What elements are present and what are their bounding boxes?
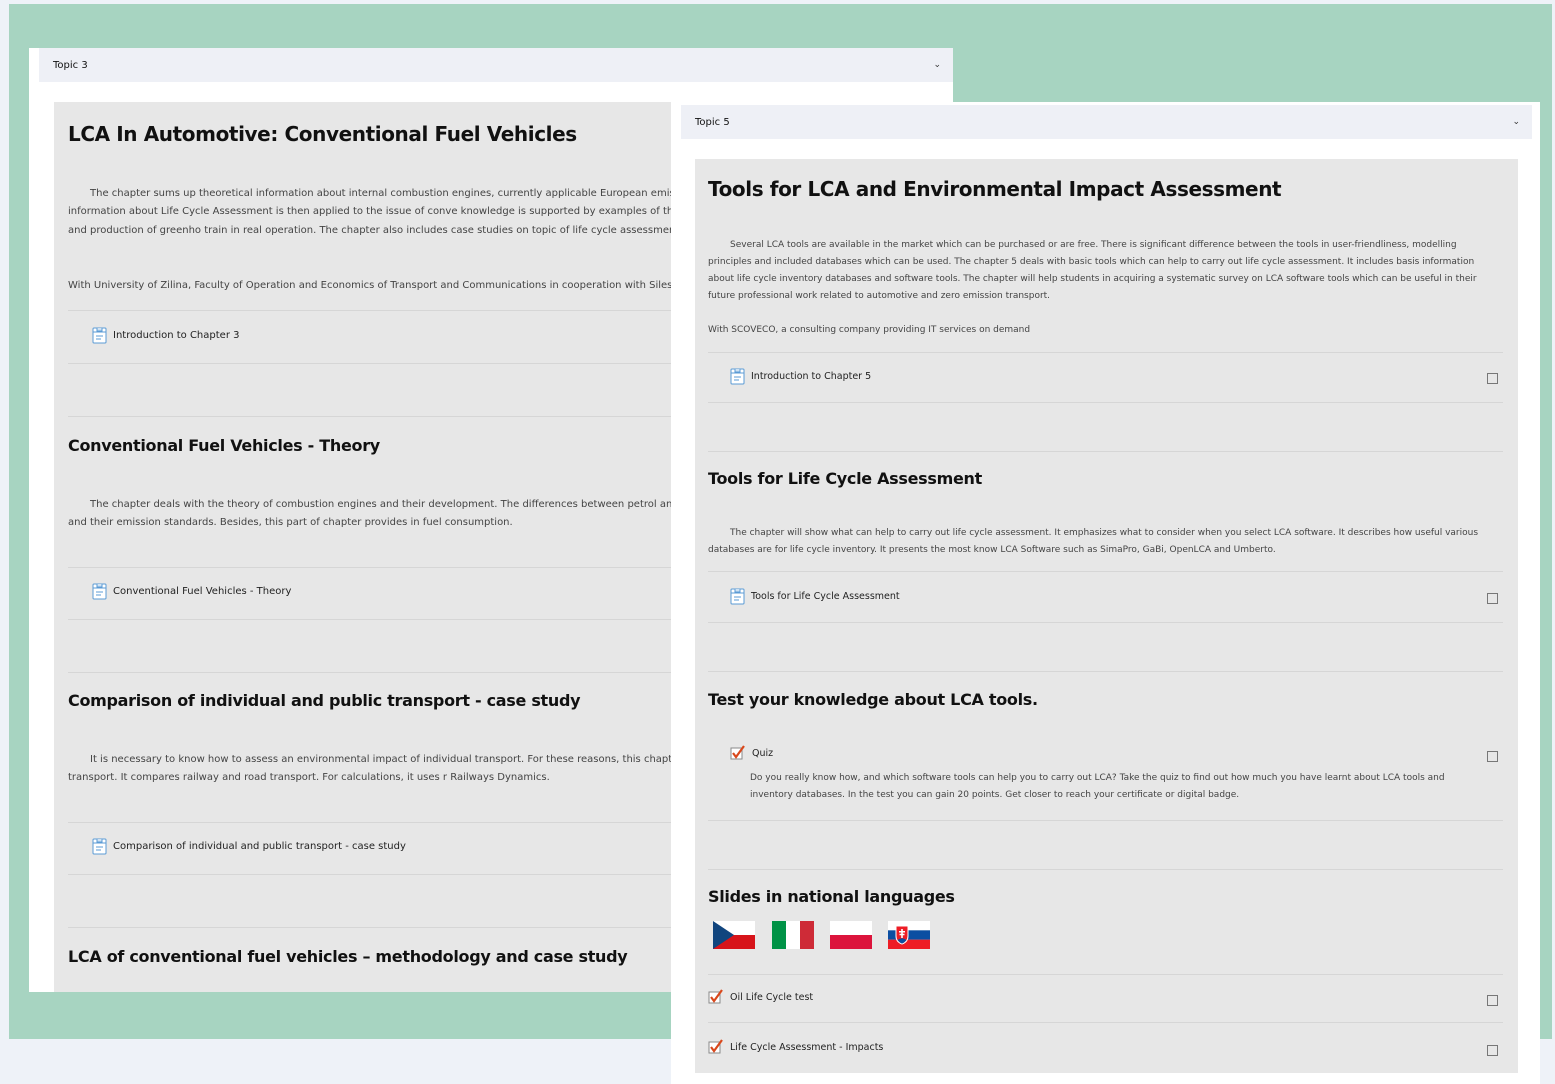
divider — [708, 869, 1503, 870]
intro-chapter-5-link[interactable]: Introduction to Chapter 5 — [730, 368, 871, 385]
divider — [708, 622, 1503, 623]
section-heading: Tools for Life Cycle Assessment — [708, 469, 982, 488]
section-paragraph: The chapter will show what can help to c… — [708, 528, 1479, 555]
topic-5-content: Tools for LCA and Environmental Impact A… — [695, 159, 1518, 1073]
partner-line: With University of Zilina, Faculty of Op… — [68, 280, 676, 291]
document-icon — [730, 368, 745, 385]
tools-lca-link[interactable]: Tools for Life Cycle Assessment — [730, 588, 900, 605]
lca-impacts-label: Life Cycle Assessment - Impacts — [730, 1041, 884, 1053]
divider — [708, 571, 1503, 572]
divider — [708, 1022, 1503, 1023]
divider — [708, 974, 1503, 975]
polish-flag[interactable] — [830, 921, 872, 949]
section-heading: Test your knowledge about LCA tools. — [708, 690, 1038, 709]
slovak-flag[interactable] — [888, 921, 930, 949]
topic-3-header[interactable]: Topic 3 ⌄ — [39, 48, 953, 82]
page-title: Tools for LCA and Environmental Impact A… — [708, 177, 1282, 201]
quiz-label: Quiz — [752, 747, 774, 759]
intro-link-label: Introduction to Chapter 5 — [751, 371, 872, 382]
czech-flag[interactable] — [713, 921, 755, 949]
quiz-check-icon — [730, 745, 745, 760]
document-icon — [92, 583, 107, 600]
completion-checkbox[interactable] — [1487, 995, 1498, 1006]
topic-3-label: Topic 3 — [53, 59, 88, 71]
topic-5-label: Topic 5 — [695, 116, 730, 128]
quiz-description: Do you really know how, and which softwa… — [750, 773, 1445, 800]
section-heading: Comparison of individual and public tran… — [68, 691, 581, 710]
oil-life-cycle-test-label: Oil Life Cycle test — [730, 991, 814, 1003]
topic-5-panel: Topic 5 ⌄ Tools for LCA and Environmenta… — [671, 102, 1540, 1084]
quiz-check-icon — [708, 989, 723, 1004]
italian-flag[interactable] — [772, 921, 814, 949]
completion-checkbox[interactable] — [1487, 1045, 1498, 1056]
lca-impacts-link[interactable]: Life Cycle Assessment - Impacts — [708, 1039, 883, 1055]
section-heading: Conventional Fuel Vehicles - Theory — [68, 436, 380, 455]
topic-5-header[interactable]: Topic 5 ⌄ — [681, 105, 1532, 139]
chapter-intro-paragraph: Several LCA tools are available in the m… — [708, 240, 1477, 301]
intro-chapter-3-link[interactable]: Introduction to Chapter 3 — [92, 327, 239, 344]
page-title: LCA In Automotive: Conventional Fuel Veh… — [68, 122, 577, 146]
theory-link[interactable]: Conventional Fuel Vehicles - Theory — [92, 583, 291, 600]
document-icon — [92, 838, 107, 855]
chevron-down-icon[interactable]: ⌄ — [933, 60, 941, 70]
quiz-link[interactable]: Quiz — [730, 745, 773, 761]
document-icon — [730, 588, 745, 605]
completion-checkbox[interactable] — [1487, 373, 1498, 384]
intro-link-label: Introduction to Chapter 3 — [113, 330, 240, 341]
tools-link-label: Tools for Life Cycle Assessment — [751, 591, 900, 602]
chevron-down-icon[interactable]: ⌄ — [1512, 117, 1520, 127]
completion-checkbox[interactable] — [1487, 751, 1498, 762]
divider — [708, 671, 1503, 672]
case-study-link[interactable]: Comparison of individual and public tran… — [92, 838, 406, 855]
case-study-link-label: Comparison of individual and public tran… — [113, 841, 406, 852]
oil-life-cycle-test-link[interactable]: Oil Life Cycle test — [708, 989, 813, 1005]
document-icon — [92, 327, 107, 344]
divider — [708, 820, 1503, 821]
section-heading: LCA of conventional fuel vehicles – meth… — [68, 947, 628, 966]
partner-line: With SCOVECO, a consulting company provi… — [708, 325, 1031, 335]
divider — [708, 402, 1503, 403]
quiz-check-icon — [708, 1039, 723, 1054]
section-heading: Slides in national languages — [708, 887, 955, 906]
divider — [708, 352, 1503, 353]
completion-checkbox[interactable] — [1487, 593, 1498, 604]
divider — [708, 451, 1503, 452]
theory-link-label: Conventional Fuel Vehicles - Theory — [113, 586, 292, 597]
